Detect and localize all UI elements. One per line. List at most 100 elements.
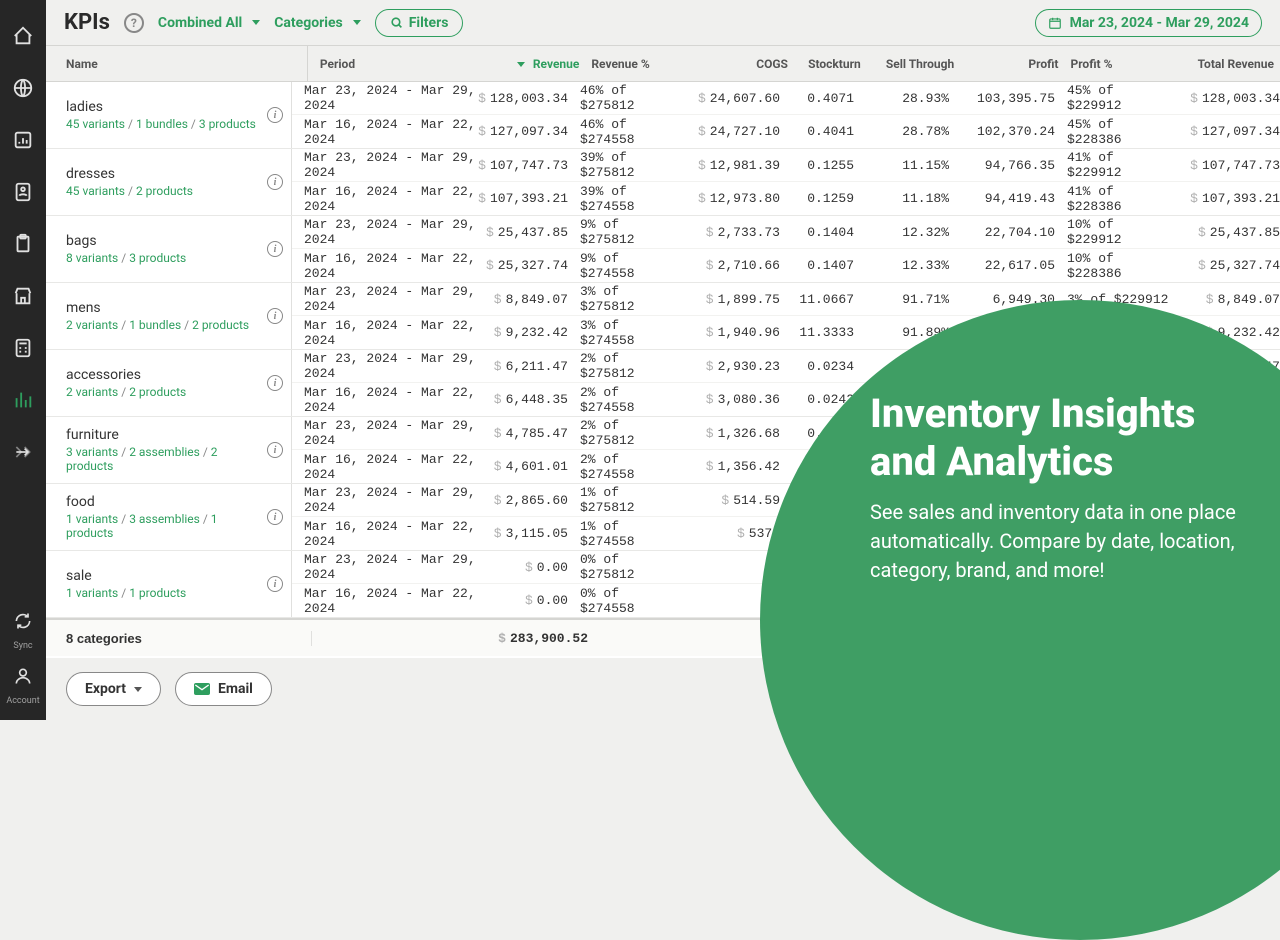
table-header: Name Period Revenue Revenue % COGS Stock… — [46, 46, 1280, 82]
nav-reports[interactable] — [8, 125, 38, 155]
nav-contacts[interactable] — [8, 177, 38, 207]
cell-revenue: $0.00 — [478, 560, 568, 575]
col-cogs[interactable]: COGS — [690, 57, 788, 71]
info-icon[interactable]: i — [267, 375, 283, 391]
sync-label: Sync — [13, 641, 32, 651]
category-cell[interactable]: accessories 2 variants/2 products i — [46, 350, 292, 416]
cell-revenue-pct: 0% of $274558 — [568, 586, 680, 616]
col-profit[interactable]: Profit — [960, 57, 1058, 71]
cell-stockturn: 11.3333 — [780, 325, 860, 340]
cell-profit-pct: 10% of $228386 — [1055, 251, 1170, 281]
cell-revenue: $8,849.07 — [478, 292, 568, 307]
nav-store[interactable] — [8, 281, 38, 311]
info-icon[interactable]: i — [267, 442, 283, 458]
nav-calculator[interactable] — [8, 333, 38, 363]
category-cell[interactable]: ladies45 variants/1 bundles/3 productsi — [46, 82, 292, 148]
cell-period: Mar 16, 2024 - Mar 22, 2024 — [292, 251, 478, 281]
overlay-text: See sales and inventory data in one plac… — [870, 498, 1240, 585]
col-period[interactable]: Period — [308, 57, 491, 71]
cell-cogs: $1,356.42 — [680, 459, 780, 474]
cell-profit-pct: 41% of $228386 — [1055, 184, 1170, 214]
cell-profit: 103,395.75 — [955, 91, 1055, 106]
info-icon[interactable]: i — [267, 509, 283, 525]
cell-profit: 22,704.10 — [955, 225, 1055, 240]
cell-sellthrough: 12.32% — [860, 225, 955, 240]
cell-total-revenue: $107,747.73 — [1170, 158, 1280, 173]
category-name: mens — [66, 300, 249, 316]
group-dropdown[interactable]: Categories — [274, 15, 360, 31]
nav-world[interactable] — [8, 73, 38, 103]
category-subtitle: 8 variants/3 products — [66, 251, 186, 265]
table-row: ladies45 variants/1 bundles/3 productsi … — [46, 82, 1280, 149]
nav-sync[interactable] — [8, 606, 38, 636]
col-sellthrough[interactable]: Sell Through — [867, 57, 960, 71]
cell-period: Mar 16, 2024 - Mar 22, 2024 — [292, 586, 478, 616]
col-name[interactable]: Name — [46, 46, 308, 81]
info-icon[interactable]: i — [267, 174, 283, 190]
cell-revenue-pct: 9% of $275812 — [568, 217, 680, 247]
category-name: accessories — [66, 367, 186, 383]
nav-kpi[interactable] — [8, 385, 38, 415]
col-revenue[interactable]: Revenue — [491, 57, 579, 71]
topbar: KPIs ? Combined All Categories Filters M… — [46, 0, 1280, 46]
cell-revenue: $6,211.47 — [478, 359, 568, 374]
cell-cogs: $2,733.73 — [680, 225, 780, 240]
cell-revenue-pct: 3% of $275812 — [568, 284, 680, 314]
cell-cogs: $1,326.68 — [680, 426, 780, 441]
cell-revenue-pct: 39% of $275812 — [568, 150, 680, 180]
category-cell[interactable]: dresses45 variants/2 productsi — [46, 149, 292, 215]
cell-revenue-pct: 0% of $275812 — [568, 552, 680, 582]
view-dropdown[interactable]: Combined All — [158, 15, 260, 31]
category-subtitle: 2 variants/2 products — [66, 385, 186, 399]
col-total-revenue[interactable]: Total Revenue — [1172, 57, 1280, 71]
caret-down-icon — [353, 20, 361, 25]
cell-sellthrough: 91.71% — [860, 292, 955, 307]
cell-profit-pct: 45% of $229912 — [1055, 83, 1170, 113]
info-icon[interactable]: i — [267, 308, 283, 324]
col-revenue-pct[interactable]: Revenue % — [579, 57, 689, 71]
nav-dashboard[interactable] — [8, 21, 38, 51]
cell-stockturn: 11.0667 — [780, 292, 860, 307]
caret-down-icon — [134, 687, 142, 692]
category-subtitle: 3 variants/2 assemblies/2 products — [66, 445, 267, 473]
cell-stockturn: 0.4041 — [780, 124, 860, 139]
cell-cogs: $3,080.36 — [680, 392, 780, 407]
period-row: Mar 16, 2024 - Mar 22, 2024 $127,097.34 … — [292, 115, 1280, 148]
category-cell[interactable]: mens2 variants/1 bundles/2 productsi — [46, 283, 292, 349]
period-row: Mar 23, 2024 - Mar 29, 2024 $107,747.73 … — [292, 149, 1280, 182]
category-cell[interactable]: bags 8 variants/3 products i — [46, 216, 292, 282]
info-icon[interactable]: i — [267, 241, 283, 257]
nav-collapse[interactable] — [8, 437, 38, 467]
help-icon[interactable]: ? — [124, 13, 144, 33]
sort-desc-icon — [517, 62, 525, 67]
cell-cogs: $24,727.10 — [680, 124, 780, 139]
category-cell[interactable]: furniture3 variants/2 assemblies/2 produ… — [46, 417, 292, 483]
email-button[interactable]: Email — [175, 672, 272, 706]
period-row: Mar 16, 2024 - Mar 22, 2024 $25,327.74 9… — [292, 249, 1280, 282]
cell-profit: 94,419.43 — [955, 191, 1055, 206]
nav-clipboard[interactable] — [8, 229, 38, 259]
col-stockturn[interactable]: Stockturn — [788, 57, 867, 71]
col-profit-pct[interactable]: Profit % — [1058, 57, 1171, 71]
table-row: bags8 variants/3 productsi Mar 23, 2024 … — [46, 216, 1280, 283]
filters-button[interactable]: Filters — [375, 9, 464, 37]
cell-period: Mar 23, 2024 - Mar 29, 2024 — [292, 83, 478, 113]
info-icon[interactable]: i — [267, 576, 283, 592]
nav-account[interactable] — [8, 661, 38, 691]
cell-cogs: $12,981.39 — [680, 158, 780, 173]
cell-revenue: $9,232.42 — [478, 325, 568, 340]
cell-sellthrough: 28.78% — [860, 124, 955, 139]
export-button[interactable]: Export — [66, 672, 161, 706]
category-name: sale — [66, 568, 186, 584]
category-cell[interactable]: food1 variants/3 assemblies/1 productsi — [46, 484, 292, 550]
page-title: KPIs — [64, 10, 110, 35]
cell-revenue: $4,785.47 — [478, 426, 568, 441]
info-icon[interactable]: i — [267, 107, 283, 123]
category-cell[interactable]: sale1 variants/1 productsi — [46, 551, 292, 617]
cell-revenue: $25,437.85 — [478, 225, 568, 240]
cell-stockturn: 0.4071 — [780, 91, 860, 106]
cell-revenue: $25,327.74 — [478, 258, 568, 273]
daterange-picker[interactable]: Mar 23, 2024 - Mar 29, 2024 — [1035, 9, 1262, 37]
category-name: bags — [66, 233, 186, 249]
cell-cogs: $537. — [680, 526, 780, 541]
